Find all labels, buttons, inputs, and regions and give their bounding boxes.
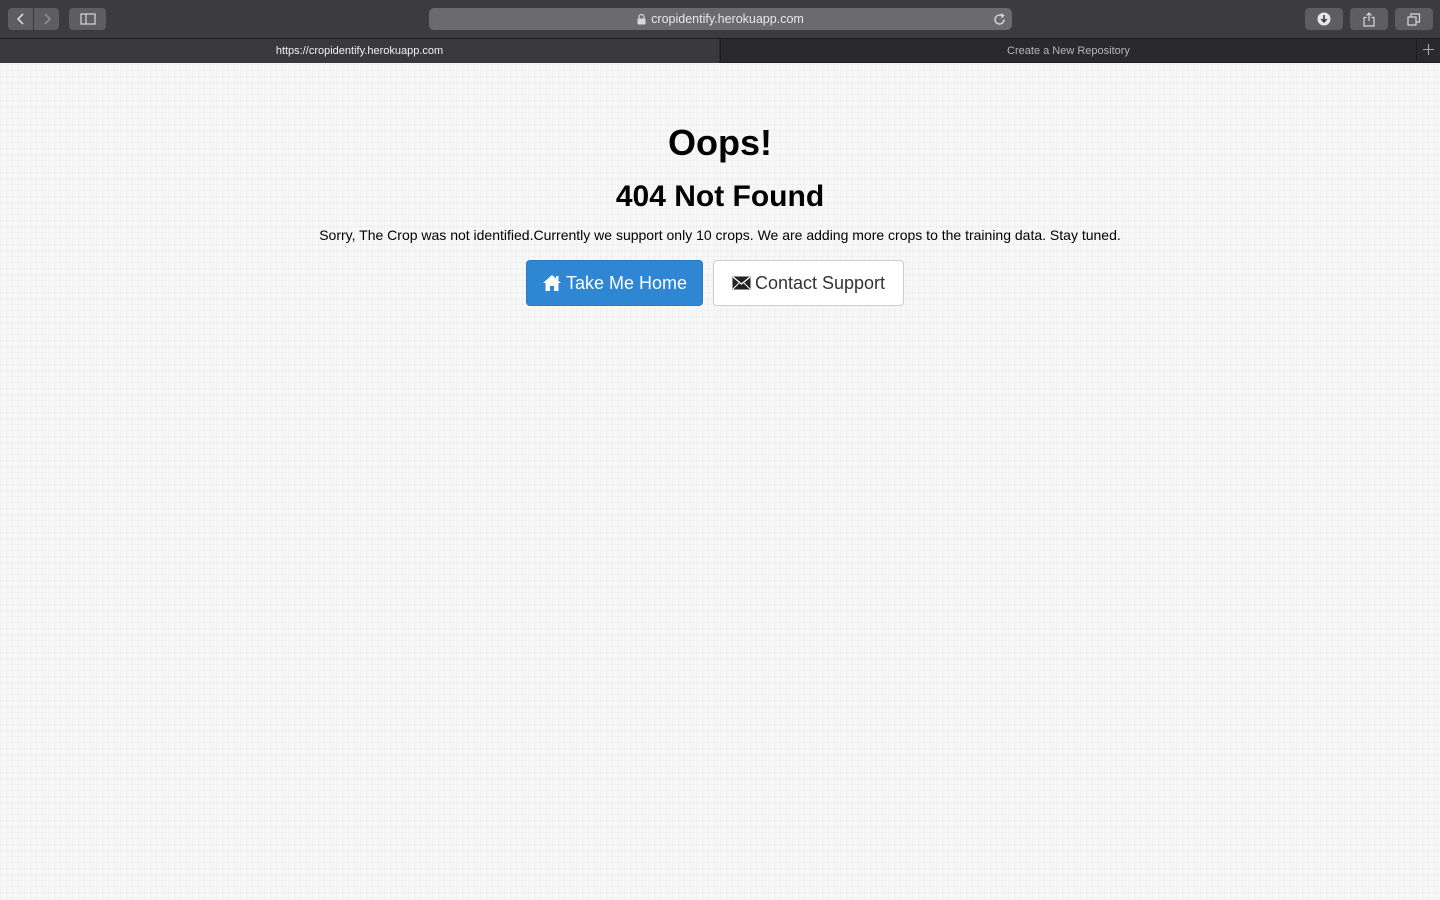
reload-icon[interactable]: [992, 12, 1006, 26]
page-title: Oops!: [668, 122, 772, 163]
forward-button[interactable]: [34, 8, 59, 30]
page-content: Oops! 404 Not Found Sorry, The Crop was …: [0, 64, 1440, 900]
sidebar-toggle-button[interactable]: [69, 8, 106, 30]
contact-support-button[interactable]: Contact Support: [713, 260, 904, 306]
back-button[interactable]: [8, 8, 33, 30]
share-icon: [1362, 11, 1376, 27]
tab-create-repository[interactable]: Create a New Repository: [720, 39, 1416, 63]
downloads-button[interactable]: [1305, 8, 1343, 30]
contact-support-label: Contact Support: [754, 272, 886, 293]
take-me-home-label: Take Me Home: [565, 272, 688, 293]
sidebar-icon: [79, 13, 96, 25]
new-tab-button[interactable]: [1416, 39, 1440, 63]
lock-icon: [637, 13, 646, 25]
new-tab-icon: [1423, 42, 1434, 60]
address-bar[interactable]: cropidentify.herokuapp.com: [429, 8, 1012, 30]
envelope-icon: [732, 276, 751, 290]
address-text: cropidentify.herokuapp.com: [651, 12, 804, 26]
error-message: Sorry, The Crop was not identified.Curre…: [319, 227, 1121, 243]
tabs-overview-icon: [1407, 12, 1421, 26]
tab-bar: https://cropidentify.herokuapp.com Creat…: [0, 38, 1440, 63]
tab-overview-button[interactable]: [1395, 8, 1433, 30]
share-button[interactable]: [1350, 8, 1388, 30]
home-icon: [542, 274, 562, 292]
browser-toolbar: cropidentify.herokuapp.com: [0, 0, 1440, 38]
download-icon: [1317, 12, 1331, 26]
error-subtitle: 404 Not Found: [615, 180, 825, 213]
take-me-home-button[interactable]: Take Me Home: [526, 260, 703, 306]
tab-cropidentify[interactable]: https://cropidentify.herokuapp.com: [0, 39, 719, 63]
back-icon: [16, 13, 26, 25]
forward-icon: [42, 13, 52, 25]
